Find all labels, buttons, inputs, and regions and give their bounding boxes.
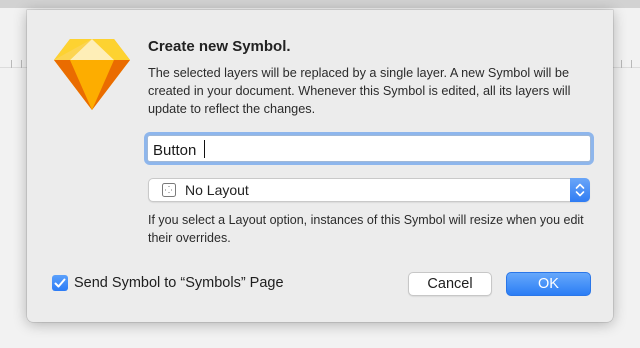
select-stepper[interactable] — [570, 178, 590, 202]
layout-select[interactable]: No Layout — [148, 178, 590, 202]
symbol-name-input[interactable] — [147, 135, 591, 162]
send-to-symbols-page-checkbox[interactable] — [52, 275, 68, 291]
sketch-diamond-icon — [54, 39, 130, 110]
layout-grid-icon — [162, 183, 176, 197]
checkmark-icon — [54, 278, 66, 288]
layout-helper-text: If you select a Layout option, instances… — [148, 213, 584, 245]
cancel-button[interactable]: Cancel — [408, 272, 492, 296]
send-to-symbols-page-label[interactable]: Send Symbol to “Symbols” Page — [74, 275, 284, 291]
chevron-up-down-icon — [575, 183, 585, 197]
create-symbol-dialog: Create new Symbol. The selected layers w… — [27, 10, 613, 322]
ok-button[interactable]: OK — [506, 272, 591, 296]
dialog-message: The selected layers will be replaced by … — [148, 66, 571, 116]
window-top-strip — [0, 0, 640, 8]
layout-select-value: No Layout — [185, 182, 249, 198]
text-caret — [204, 140, 205, 158]
dialog-title: Create new Symbol. — [148, 38, 291, 55]
